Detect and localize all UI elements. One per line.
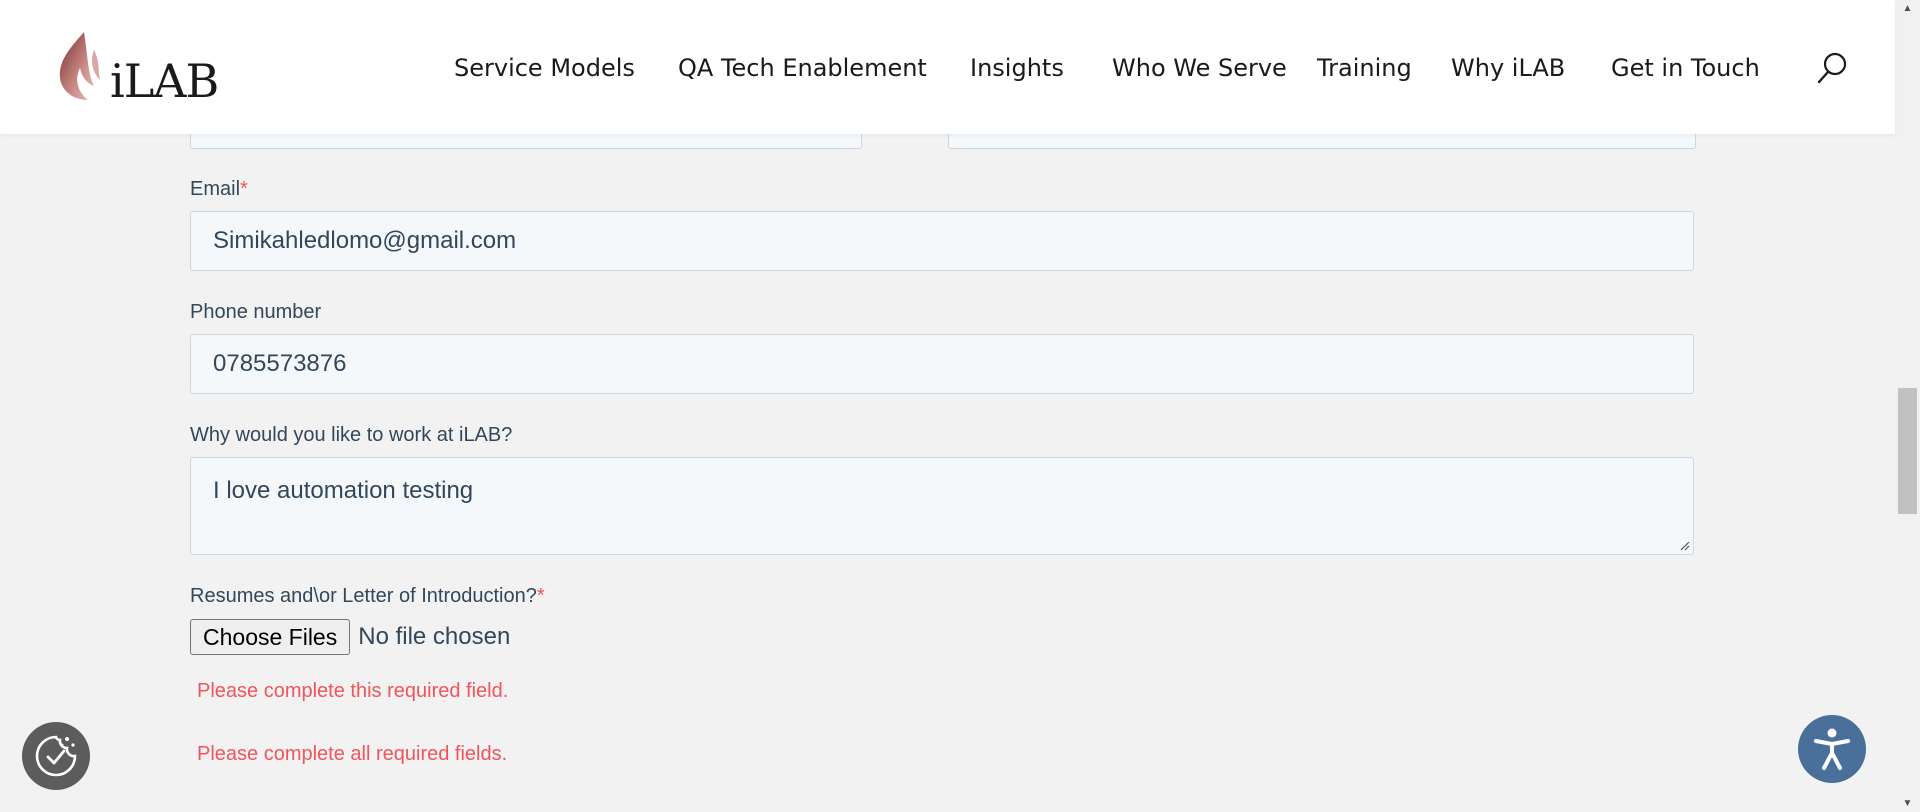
page-scrollbar[interactable]: ▲ ▼ [1895,0,1920,812]
site-header: iLAB Service Models QA Tech Enablement I… [0,0,1895,134]
why-label: Why would you like to work at iLAB? [190,424,513,446]
scroll-up-arrow-icon[interactable]: ▲ [1895,0,1920,17]
search-button[interactable] [1816,51,1848,85]
cookie-consent-icon [35,735,77,777]
nav-get-in-touch[interactable]: Get in Touch [1611,50,1760,86]
scroll-thumb[interactable] [1898,388,1917,514]
resume-file-input: Choose Files No file chosen [190,619,510,655]
accessibility-button[interactable] [1798,715,1866,783]
nav-qa-tech-enablement[interactable]: QA Tech Enablement [678,50,927,86]
why-textarea[interactable]: I love automation testing [190,457,1694,555]
email-value: Simikahledlomo@gmail.com [213,227,517,254]
phone-field[interactable]: 0785573876 [190,334,1694,394]
phone-value: 0785573876 [213,350,347,377]
cookie-consent-button[interactable] [22,722,90,790]
nav-insights[interactable]: Insights [970,50,1064,86]
nav-training[interactable]: Training [1317,50,1412,86]
field-error-message: Please complete this required field. [197,680,509,702]
resize-handle-icon[interactable] [1678,539,1690,551]
file-status: No file chosen [358,623,511,650]
choose-files-button[interactable]: Choose Files [190,619,351,655]
resume-label: Resumes and\or Letter of Introduction?* [190,585,545,607]
phone-label: Phone number [190,301,322,323]
nav-who-we-serve[interactable]: Who We Serve [1112,50,1287,86]
ilab-logo[interactable]: iLAB [54,30,226,108]
nav-service-models[interactable]: Service Models [454,50,635,86]
search-icon [1817,52,1847,84]
logo-text: iLAB [110,54,219,108]
scroll-down-arrow-icon[interactable]: ▼ [1895,795,1920,812]
email-field[interactable]: Simikahledlomo@gmail.com [190,211,1694,271]
why-value: I love automation testing [213,477,474,504]
nav-why-ilab[interactable]: Why iLAB [1451,50,1565,86]
accessibility-icon [1814,728,1850,770]
form-error-message: Please complete all required fields. [197,743,508,765]
email-label: Email* [190,178,248,200]
